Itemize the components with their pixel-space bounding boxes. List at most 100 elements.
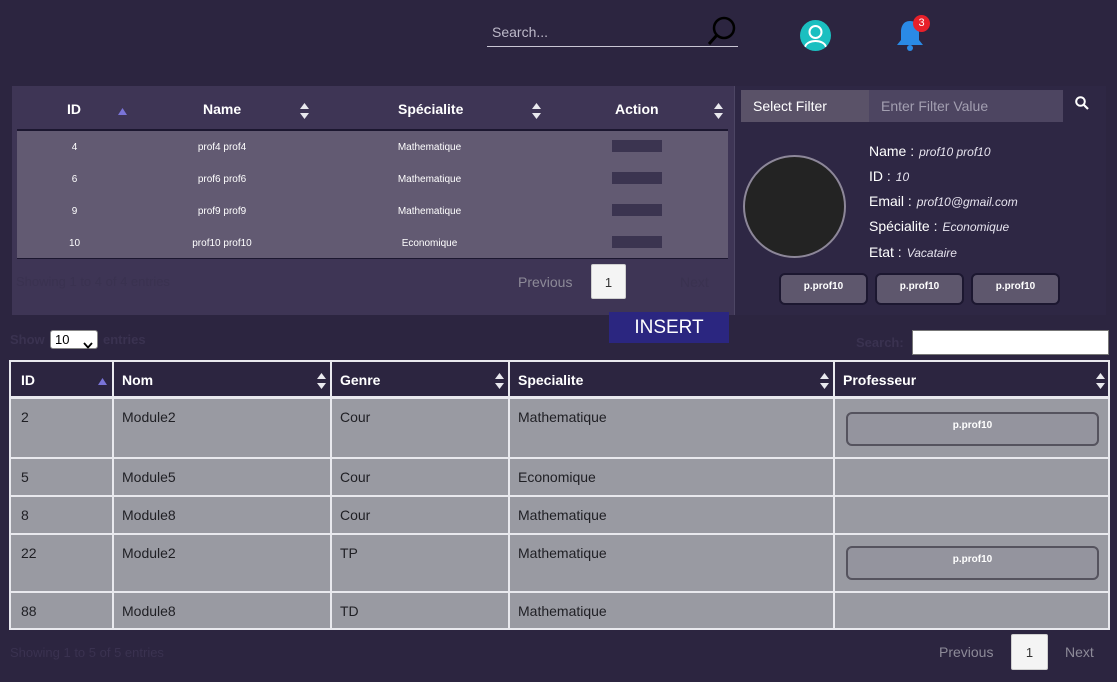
table-search-input[interactable] [912, 330, 1109, 355]
professor-button[interactable]: p.prof10 [846, 546, 1099, 580]
sort-icon[interactable] [317, 373, 326, 394]
cell-specialite: Mathematique [397, 142, 462, 153]
info-id: ID : 10 [869, 168, 909, 184]
module-button[interactable]: p.prof10 [779, 273, 868, 305]
cell-genre: Cour [340, 409, 371, 425]
cell-specialite: Mathematique [518, 507, 607, 523]
entries-per-page-select[interactable]: 10 [50, 330, 98, 349]
previous-page-button[interactable]: Previous [518, 274, 572, 290]
id-value: 10 [895, 170, 910, 184]
col-header-action[interactable]: Action [615, 94, 659, 129]
table-row[interactable]: 8 Module8 Cour Mathematique [11, 497, 1108, 535]
sort-icon[interactable] [714, 103, 723, 124]
cell-id: 5 [21, 469, 29, 485]
professor-table-panel: ID Name Spécialite Action 4 prof4 prof4 … [12, 86, 734, 315]
professor-table-header: ID Name Spécialite Action [17, 94, 728, 129]
cell-specialite: Mathematique [518, 545, 607, 561]
module-button[interactable]: p.prof10 [875, 273, 964, 305]
cell-id: 8 [21, 507, 29, 523]
etat-label: Etat : [869, 244, 902, 260]
table-row[interactable]: 5 Module5 Cour Economique [11, 459, 1108, 497]
cell-id: 4 [71, 142, 78, 153]
cell-id: 10 [68, 238, 81, 249]
sort-icon[interactable] [820, 373, 829, 394]
cell-specialite: Mathematique [518, 409, 607, 425]
cell-name: prof9 prof9 [197, 206, 247, 217]
col-header-name[interactable]: Name [203, 94, 241, 129]
name-value: prof10 prof10 [919, 145, 991, 159]
cell-specialite: Mathematique [397, 174, 462, 185]
col-header-genre[interactable]: Genre [330, 362, 380, 399]
entries-label: entries [103, 332, 146, 347]
col-header-id[interactable]: ID [11, 362, 35, 399]
insert-button[interactable]: INSERT [609, 312, 729, 343]
sort-asc-icon[interactable] [118, 103, 127, 121]
sort-asc-icon[interactable] [98, 373, 107, 391]
next-page-button[interactable]: Next [680, 274, 709, 290]
table-info: Showing 1 to 4 of 4 entries [16, 274, 170, 289]
table-row[interactable]: 88 Module8 TD Mathematique [11, 593, 1108, 628]
info-specialite: Spécialite : Economique [869, 218, 1009, 234]
profile-photo [743, 155, 846, 258]
module-table-header: ID Nom Genre Specialite Professeur [11, 362, 1108, 399]
sort-icon[interactable] [1096, 373, 1105, 394]
table-row[interactable]: 22 Module2 TP Mathematique p.prof10 [11, 535, 1108, 593]
id-label: ID : [869, 168, 891, 184]
user-avatar-icon[interactable] [800, 20, 831, 51]
cell-genre: Cour [340, 507, 371, 523]
col-header-specialite[interactable]: Spécialite [398, 94, 463, 129]
module-button[interactable]: p.prof10 [971, 273, 1060, 305]
cell-genre: TD [340, 603, 359, 619]
filter-value-input[interactable]: Enter Filter Value [869, 90, 1063, 122]
page-1-button[interactable]: 1 [1011, 634, 1048, 670]
cell-nom: Module2 [122, 409, 176, 425]
sort-icon[interactable] [300, 103, 309, 124]
table-row[interactable]: 4 prof4 prof4 Mathematique [17, 131, 728, 163]
cell-genre: TP [340, 545, 358, 561]
col-header-specialite[interactable]: Specialite [508, 362, 583, 399]
filter-select[interactable]: Select Filter [741, 90, 869, 122]
col-header-id[interactable]: ID [67, 94, 81, 129]
cell-id: 9 [71, 206, 78, 217]
previous-page-button[interactable]: Previous [939, 644, 993, 660]
cell-nom: Module2 [122, 545, 176, 561]
sort-icon[interactable] [532, 103, 541, 124]
entries-select-value: 10 [55, 332, 70, 347]
action-button[interactable] [612, 140, 662, 152]
cell-nom: Module5 [122, 469, 176, 485]
search-icon[interactable] [707, 15, 737, 52]
show-label: Show [10, 332, 45, 347]
search-icon[interactable] [1075, 96, 1089, 115]
table-row[interactable]: 6 prof6 prof6 Mathematique [17, 163, 728, 195]
table-row[interactable]: 9 prof9 prof9 Mathematique [17, 195, 728, 227]
action-button[interactable] [612, 172, 662, 184]
cell-name: prof6 prof6 [197, 174, 247, 185]
professor-detail-panel: Select Filter Enter Filter Value Name : p… [734, 86, 1106, 315]
cell-nom: Module8 [122, 603, 176, 619]
cell-specialite: Mathematique [518, 603, 607, 619]
top-search-bar [487, 16, 738, 47]
cell-specialite: Economique [518, 469, 596, 485]
email-label: Email : [869, 193, 912, 209]
table-row[interactable]: 10 prof10 prof10 Economique [17, 227, 728, 259]
action-button[interactable] [612, 236, 662, 248]
next-page-button[interactable]: Next [1065, 644, 1094, 660]
info-name: Name : prof10 prof10 [869, 143, 991, 159]
sort-icon[interactable] [495, 373, 504, 394]
cell-genre: Cour [340, 469, 371, 485]
cell-specialite: Economique [401, 238, 458, 249]
page-1-button[interactable]: 1 [591, 264, 626, 299]
specialite-label: Spécialite : [869, 218, 938, 234]
name-label: Name : [869, 143, 915, 159]
info-email: Email : prof10@gmail.com [869, 193, 1018, 209]
professor-button[interactable]: p.prof10 [846, 412, 1099, 446]
table-search-label: Search: [856, 335, 904, 350]
action-button[interactable] [612, 204, 662, 216]
module-table: ID Nom Genre Specialite Professeur 2 Mod… [9, 360, 1110, 630]
cell-id: 88 [21, 603, 37, 619]
col-header-nom[interactable]: Nom [112, 362, 153, 399]
col-header-professeur[interactable]: Professeur [833, 362, 916, 399]
specialite-value: Economique [942, 220, 1010, 234]
table-row[interactable]: 2 Module2 Cour Mathematique p.prof10 [11, 399, 1108, 459]
top-search-input[interactable] [487, 20, 702, 44]
